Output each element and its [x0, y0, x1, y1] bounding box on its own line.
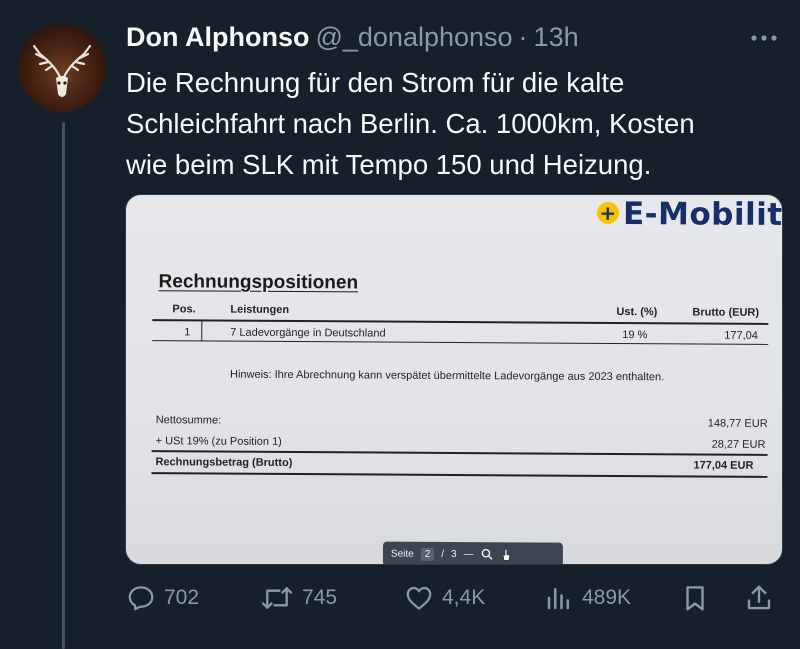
thread-line [62, 122, 65, 649]
total-label: Rechnungsbetrag (Brutto) [155, 456, 293, 470]
col-leistungen: Leistungen [230, 303, 290, 316]
total-rule-top [151, 450, 768, 456]
views-icon [547, 588, 569, 610]
invoice-heading: Rechnungspositionen [158, 271, 359, 294]
net-value: 148,77 EUR [707, 417, 768, 430]
display-name[interactable]: Don Alphonso [126, 22, 309, 53]
invoice-line-item: 1 7 Ladevorgänge in Deutschland 19 % 177… [152, 326, 768, 342]
brand-logo: + E-Mobilitat [596, 196, 783, 234]
header-separator: · [518, 22, 528, 52]
tax-value: 28,27 EUR [711, 438, 766, 451]
item-rule [152, 340, 769, 345]
bookmark-button[interactable] [680, 581, 710, 615]
zoom-out-icon: — [463, 548, 474, 560]
pdf-total-pages: 3 [451, 548, 457, 560]
reply-button[interactable]: 702 [126, 581, 199, 615]
tweet-image[interactable]: + E-Mobilitat Rechnungspositionen Pos. Le… [125, 194, 783, 565]
tax-label: + USt 19% (zu Position 1) [155, 435, 282, 448]
repost-count: 745 [302, 586, 338, 609]
avatar[interactable] [18, 24, 106, 112]
item-ust: 19 % [622, 329, 648, 342]
like-icon [406, 586, 432, 610]
tweet-time[interactable]: 13h [534, 22, 579, 53]
net-row: Nettosumme: 148,77 EUR [152, 414, 768, 430]
more-button[interactable] [746, 24, 782, 52]
total-row: Rechnungsbetrag (Brutto) 177,04 EUR [152, 456, 768, 472]
net-label: Nettosumme: [155, 414, 222, 427]
header-rule [152, 319, 769, 325]
pdf-current-page: 2 [420, 547, 435, 561]
zoom-in-icon [481, 548, 493, 560]
tax-row: + USt 19% (zu Position 1) 28,27 EUR [152, 435, 768, 451]
tweet-header: Don Alphonso @_donalphonso · 13h [126, 22, 579, 56]
col-brutto: Brutto (EUR) [692, 306, 760, 319]
item-divider [201, 319, 203, 342]
tweet-text: Die Rechnung für den Strom für die kalte… [126, 67, 695, 180]
repost-icon [261, 587, 293, 609]
invoice-hint: Hinweis: Ihre Abrechnung kann verspätet … [229, 368, 665, 384]
pdf-page-label: Seite [390, 548, 414, 560]
share-icon [747, 585, 771, 610]
user-handle[interactable]: @_donalphonso [315, 22, 512, 53]
brand-text: E-Mobilitat [622, 196, 783, 234]
total-rule-bottom [151, 472, 768, 478]
bookmark-icon [686, 586, 704, 611]
cursor-hand-icon [502, 548, 511, 561]
item-brutto: 177,04 [724, 329, 758, 342]
pdf-slash: / [441, 548, 445, 560]
like-button[interactable]: 4,4K [404, 581, 485, 615]
share-button[interactable] [744, 581, 774, 615]
repost-button[interactable]: 745 [260, 581, 337, 615]
views-count: 489K [582, 586, 632, 609]
invoice-column-headers: Pos. Leistungen Ust. (%) Brutto (EUR) [152, 303, 768, 319]
col-pos: Pos. [172, 303, 196, 316]
more-icon [751, 35, 777, 41]
total-value: 177,04 EUR [693, 459, 754, 472]
antler-skull-icon [32, 44, 92, 97]
item-pos: 1 [184, 326, 191, 339]
invoice-photo: + E-Mobilitat Rechnungspositionen Pos. Le… [126, 195, 783, 564]
reply-icon [128, 586, 154, 611]
plus-logo-icon: + [596, 201, 620, 225]
pdf-toolbar: Seite 2 / 3 — [382, 541, 564, 564]
tweet-actions: 702 745 4,4K 489K [124, 581, 784, 615]
item-leistung: 7 Ladevorgänge in Deutschland [230, 326, 386, 340]
views-button[interactable]: 489K [544, 581, 631, 615]
like-count: 4,4K [442, 586, 486, 609]
col-ust: Ust. (%) [616, 305, 658, 319]
reply-count: 702 [164, 586, 200, 609]
